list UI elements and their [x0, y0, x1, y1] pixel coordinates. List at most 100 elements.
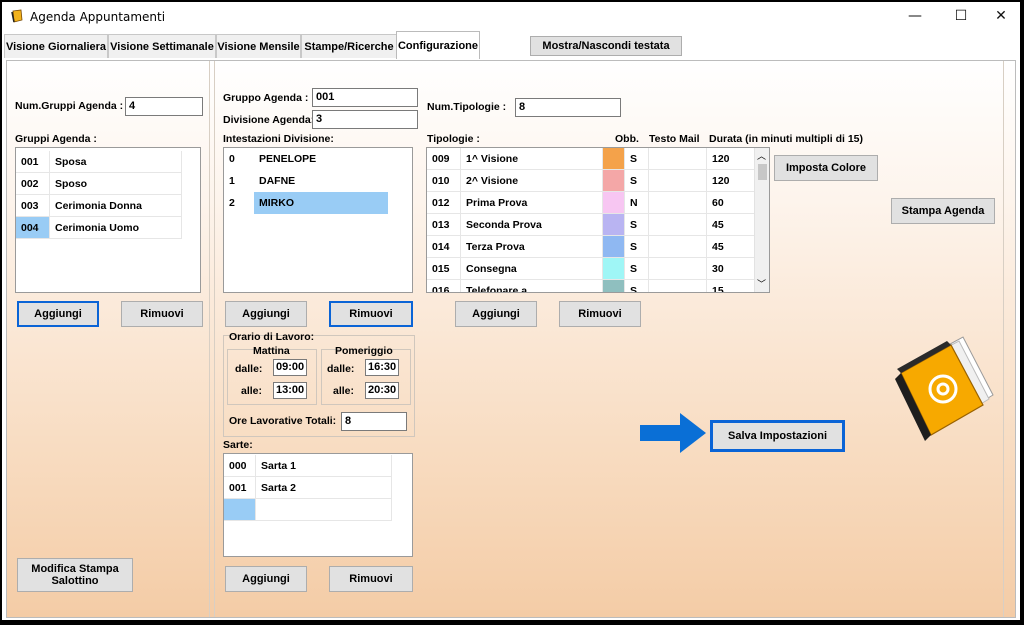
tipologia-durata: 120: [707, 170, 755, 192]
mattina-alle-input[interactable]: 13:00: [273, 382, 307, 399]
gruppo-agenda-input[interactable]: 001: [312, 88, 418, 107]
num-tipologie-input[interactable]: 8: [515, 98, 621, 117]
gruppi-add-button[interactable]: Aggiungi: [17, 301, 99, 327]
scroll-down-icon[interactable]: ﹀: [757, 277, 766, 290]
tipologia-obb: S: [625, 148, 649, 170]
panel-border: [1003, 61, 1004, 617]
mattina-dalle-input[interactable]: 09:00: [273, 359, 307, 376]
tipologie-label: Tipologie :: [427, 133, 480, 145]
pomeriggio-alle-input[interactable]: 20:30: [365, 382, 399, 399]
list-item[interactable]: 1 DAFNE: [224, 170, 388, 192]
tab-visione-mensile[interactable]: Visione Mensile: [216, 34, 301, 58]
tipologia-row[interactable]: 009 1^ Visione S 120: [427, 148, 755, 170]
divisioni-add-button[interactable]: Aggiungi: [225, 301, 307, 327]
tipologia-name: Prima Prova: [461, 192, 603, 214]
sarte-add-button[interactable]: Aggiungi: [225, 566, 307, 592]
gruppo-agenda-label: Gruppo Agenda :: [223, 92, 309, 104]
tipologia-code: 015: [427, 258, 461, 280]
tipologia-testo-mail: [649, 236, 707, 258]
address-book-app-icon: [11, 9, 23, 23]
divisione-code: 0: [229, 153, 235, 165]
gruppi-remove-button[interactable]: Rimuovi: [121, 301, 203, 327]
list-item[interactable]: 003 Cerimonia Donna: [16, 195, 182, 217]
tipologia-durata: 30: [707, 258, 755, 280]
close-button[interactable]: ✕: [978, 2, 1020, 30]
ore-lavorative-label: Ore Lavorative Totali:: [229, 415, 337, 427]
sarte-remove-button[interactable]: Rimuovi: [329, 566, 413, 592]
gruppi-label: Gruppi Agenda :: [15, 133, 97, 145]
pomeriggio-dalle-input[interactable]: 16:30: [365, 359, 399, 376]
divisioni-list[interactable]: 0 PENELOPE 1 DAFNE 2 MIRKO: [223, 147, 413, 293]
minimize-button[interactable]: —: [892, 2, 938, 30]
title-bar: Agenda Appuntamenti — ☐ ✕: [2, 2, 1020, 30]
tipologie-scrollbar[interactable]: ︿ ﹀: [754, 148, 769, 292]
modifica-stampa-button[interactable]: Modifica Stampa Salottino: [17, 558, 133, 592]
tipologia-color-swatch: [603, 258, 625, 280]
tipologia-name: Telefonare a..: [461, 280, 603, 292]
gruppo-name: Sposa: [50, 151, 182, 173]
imposta-colore-button[interactable]: Imposta Colore: [774, 155, 878, 181]
tipologia-name: Seconda Prova: [461, 214, 603, 236]
tab-visione-settimanale[interactable]: Visione Settimanale: [108, 34, 216, 58]
tipologia-name: 1^ Visione: [461, 148, 603, 170]
list-item[interactable]: 001 Sarta 2: [224, 477, 392, 499]
tipologia-durata: 45: [707, 214, 755, 236]
toggle-header-button[interactable]: Mostra/Nascondi testata: [530, 36, 682, 56]
tipologie-remove-button[interactable]: Rimuovi: [559, 301, 641, 327]
list-item[interactable]: 000 Sarta 1: [224, 455, 392, 477]
num-gruppi-label: Num.Gruppi Agenda :: [15, 100, 124, 112]
gruppo-name: Cerimonia Donna: [50, 195, 182, 217]
list-item[interactable]: 001 Sposa: [16, 151, 182, 173]
mattina-label: Mattina: [253, 345, 290, 357]
divisione-name: DAFNE: [259, 175, 296, 187]
scroll-thumb[interactable]: [758, 164, 767, 180]
tipologia-row[interactable]: 012 Prima Prova N 60: [427, 192, 755, 214]
gruppo-code: 004: [16, 217, 50, 239]
gruppi-list[interactable]: 001 Sposa 002 Sposo 003 Cerimonia Donna …: [15, 147, 201, 293]
list-item[interactable]: 0 PENELOPE: [224, 148, 388, 170]
divisioni-remove-button[interactable]: Rimuovi: [329, 301, 413, 327]
tipologie-list[interactable]: 009 1^ Visione S 120 010 2^ Visione S 120 012 Pri…: [426, 147, 770, 293]
tipologia-obb: S: [625, 280, 649, 292]
tab-configurazione[interactable]: Configurazione: [396, 31, 480, 59]
sarta-name: Sarta 2: [256, 477, 392, 499]
tipologia-row[interactable]: 013 Seconda Prova S 45: [427, 214, 755, 236]
tipologia-color-swatch: [603, 148, 625, 170]
divisione-code: 1: [229, 175, 235, 187]
sarte-list[interactable]: 000 Sarta 1 001 Sarta 2: [223, 453, 413, 557]
tipologia-obb: N: [625, 192, 649, 214]
scroll-up-icon[interactable]: ︿: [757, 149, 766, 162]
sarta-code: 000: [224, 455, 256, 477]
tipologia-row[interactable]: 010 2^ Visione S 120: [427, 170, 755, 192]
list-item[interactable]: 004 Cerimonia Uomo: [16, 217, 182, 239]
tipologia-row[interactable]: 016 Telefonare a.. S 15: [427, 280, 755, 292]
list-item[interactable]: 002 Sposo: [16, 173, 182, 195]
tipologia-obb: S: [625, 214, 649, 236]
num-gruppi-input[interactable]: 4: [125, 97, 203, 116]
tipologie-add-button[interactable]: Aggiungi: [455, 301, 537, 327]
num-tipologie-label: Num.Tipologie :: [427, 101, 507, 113]
tipologia-durata: 45: [707, 236, 755, 258]
sarta-new-name: [256, 499, 392, 521]
divisione-agenda-input[interactable]: 3: [312, 110, 418, 129]
tipologia-color-swatch: [603, 236, 625, 258]
configuration-panel: Num.Gruppi Agenda : 4 Gruppi Agenda : 00…: [6, 60, 1016, 618]
tipologia-row[interactable]: 015 Consegna S 30: [427, 258, 755, 280]
divisione-code: 2: [229, 197, 235, 209]
ore-lavorative-input[interactable]: 8: [341, 412, 407, 431]
tab-visione-giornaliera[interactable]: Visione Giornaliera: [4, 34, 108, 58]
list-item[interactable]: 2 MIRKO: [224, 192, 388, 214]
tipologia-color-swatch: [603, 214, 625, 236]
stampa-agenda-button[interactable]: Stampa Agenda: [891, 198, 995, 224]
tipologia-row[interactable]: 014 Terza Prova S 45: [427, 236, 755, 258]
list-item[interactable]: [224, 499, 392, 521]
tipologia-name: Terza Prova: [461, 236, 603, 258]
window-title: Agenda Appuntamenti: [30, 10, 166, 24]
tipologia-code: 014: [427, 236, 461, 258]
tipologia-testo-mail: [649, 170, 707, 192]
col-testo-mail-header: Testo Mail: [649, 133, 700, 145]
salva-impostazioni-button[interactable]: Salva Impostazioni: [710, 420, 845, 452]
tipologia-code: 010: [427, 170, 461, 192]
tipologia-name: 2^ Visione: [461, 170, 603, 192]
tab-stampe-ricerche[interactable]: Stampe/Ricerche: [301, 34, 397, 58]
